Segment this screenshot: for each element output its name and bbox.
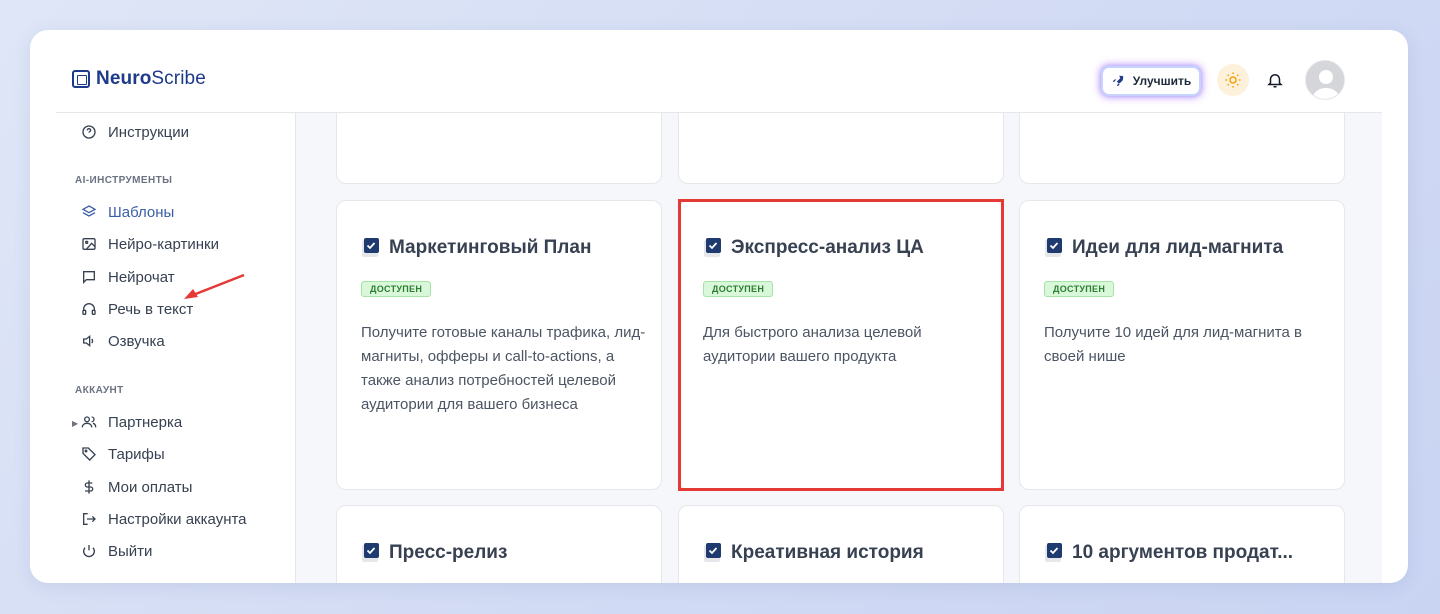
checkbox-icon [362,543,379,562]
sidebar-item-label: Партнерка [108,413,183,431]
sidebar-item-partners[interactable]: Партнерка [80,411,182,433]
card-title: Экспресс-анализ ЦА [703,237,924,259]
card-title-text: Идеи для лид-магнита [1072,237,1284,258]
card-title: Пресс-релиз [361,542,507,564]
template-card-press-release[interactable]: Пресс-релиз [336,505,662,583]
expand-caret-icon[interactable]: ▶ [72,419,78,428]
checkbox-icon [362,238,379,257]
template-card-creative-story[interactable]: Креативная история [678,505,1004,583]
sign-in-icon [80,510,98,528]
template-card-partial[interactable] [1019,113,1345,184]
sidebar-item-label: Выйти [108,542,153,560]
logo-text: NeuroScribe [96,68,206,89]
template-card-marketing-plan[interactable]: Маркетинговый План ДОСТУПЕН Получите гот… [336,200,662,490]
card-title-text: Экспресс-анализ ЦА [731,237,924,258]
sidebar-item-label: Тарифы [108,445,165,463]
logo-icon [72,70,90,88]
avatar[interactable] [1305,60,1345,100]
chat-icon [80,268,98,286]
user-avatar-icon [1306,61,1344,99]
checkbox-icon [704,238,721,257]
image-icon [80,235,98,253]
help-circle-icon [80,123,98,141]
rocket-icon [1112,75,1124,87]
section-title-ai-tools: AI-ИНСТРУМЕНТЫ [75,175,173,186]
sidebar-item-templates[interactable]: Шаблоны [80,201,174,223]
sidebar-item-neurochat[interactable]: Нейрочат [80,266,175,288]
templates-grid: Маркетинговый План ДОСТУПЕН Получите гот… [296,113,1382,583]
card-title: 10 аргументов продат... [1044,542,1293,564]
dollar-icon [80,478,98,496]
sidebar-item-label: Инструкции [108,123,190,141]
sidebar-item-my-payments[interactable]: Мои оплаты [80,476,192,498]
card-title-text: Маркетинговый План [389,237,592,258]
card-description: Получите 10 идей для лид-магнита в своей… [1044,324,1302,365]
template-card-lead-magnet-ideas[interactable]: Идеи для лид-магнита ДОСТУПЕН Получите 1… [1019,200,1345,490]
sidebar-item-neuro-images[interactable]: Нейро-картинки [80,233,219,255]
theme-toggle-button[interactable] [1217,64,1249,96]
template-card-express-analysis[interactable]: Экспресс-анализ ЦА ДОСТУПЕН Для быстрого… [678,200,1004,490]
status-badge: ДОСТУПЕН [703,281,774,297]
notifications-button[interactable] [1264,68,1286,92]
sidebar-item-instructions[interactable]: Инструкции [80,121,189,143]
sidebar-item-label: Нейрочат [108,268,175,286]
card-title-text: 10 аргументов продат... [1072,542,1294,563]
sidebar-item-tariffs[interactable]: Тарифы [80,443,165,465]
template-card-partial[interactable] [678,113,1004,184]
sun-icon [1225,72,1241,88]
headphones-icon [80,300,98,318]
card-description: Получите готовые каналы трафика, лид-маг… [361,324,646,413]
sidebar-item-account-settings[interactable]: Настройки аккаунта [80,508,247,530]
template-card-partial[interactable] [336,113,662,184]
template-card-10-arguments[interactable]: 10 аргументов продат... [1019,505,1345,583]
upgrade-label: Улучшить [1132,74,1192,88]
bell-icon [1267,74,1283,88]
card-title: Креативная история [703,542,924,564]
top-bar: NeuroScribe Улучшить [30,30,1408,113]
sidebar-item-label: Озвучка [108,332,165,350]
sidebar-item-label: Нейро-картинки [108,235,219,253]
status-badge: ДОСТУПЕН [1044,281,1115,297]
app-window: NeuroScribe Улучшить Инструкции AI-ИНСТР… [30,30,1408,583]
users-icon [80,413,98,431]
card-title-text: Пресс-релиз [389,542,508,563]
card-title: Маркетинговый План [361,237,591,259]
upgrade-button[interactable]: Улучшить [1101,66,1201,96]
sidebar-item-speech-to-text[interactable]: Речь в текст [80,298,193,320]
sidebar-item-label: Настройки аккаунта [108,510,247,528]
sidebar-item-logout[interactable]: Выйти [80,540,152,562]
card-title-text: Креативная история [731,542,924,563]
logo[interactable]: NeuroScribe [72,68,206,90]
red-arrow-annotation [184,273,245,299]
tag-icon [80,445,98,463]
checkbox-icon [1045,238,1062,257]
volume-icon [80,332,98,350]
section-title-account: АККАУНТ [75,385,124,396]
card-title: Идеи для лид-магнита [1044,237,1283,259]
power-icon [80,542,98,560]
status-badge: ДОСТУПЕН [361,281,432,297]
sidebar: Инструкции AI-ИНСТРУМЕНТЫ Шаблоны Нейро-… [30,113,296,583]
layers-icon [80,203,98,221]
sidebar-item-voiceover[interactable]: Озвучка [80,330,165,352]
card-description: Для быстрого анализа целевой аудитории в… [703,324,922,365]
sidebar-item-label: Мои оплаты [108,478,193,496]
sidebar-item-label: Шаблоны [108,203,175,221]
checkbox-icon [704,543,721,562]
checkbox-icon [1045,543,1062,562]
